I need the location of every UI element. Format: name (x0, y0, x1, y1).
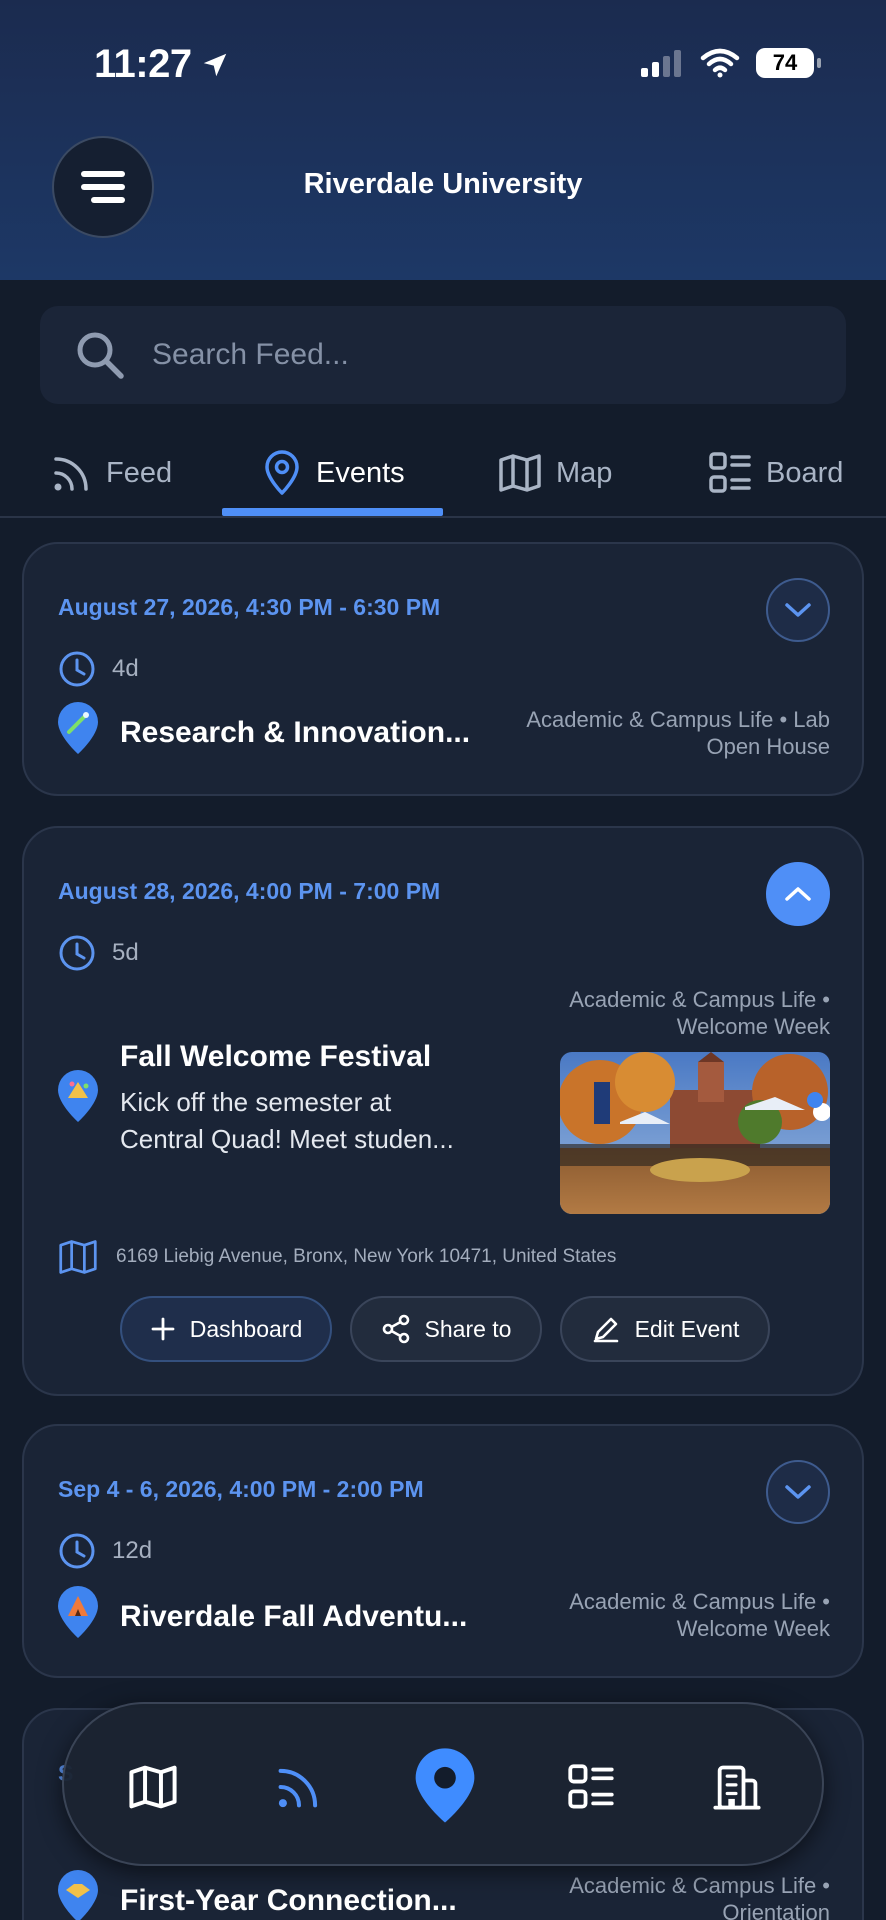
tab-map-label: Map (556, 456, 613, 489)
search-bar[interactable] (40, 306, 846, 404)
event-category-pin-icon (58, 702, 98, 754)
event-category-line: Academic & Campus Life • (569, 987, 830, 1012)
event-description: Kick off the semester at Central Quad! M… (120, 1084, 460, 1158)
search-input[interactable] (152, 338, 812, 372)
nav-board-button[interactable] (546, 1742, 636, 1832)
relative-time-text: 5d (112, 939, 139, 966)
nav-feed-button[interactable] (254, 1742, 344, 1832)
search-icon (77, 332, 124, 379)
battery-level: 74 (772, 50, 798, 75)
event-category-pin-icon (58, 1070, 98, 1122)
event-title: Riverdale Fall Adventu... (120, 1600, 468, 1633)
event-category: Academic & Campus Life • Orientation (569, 1872, 830, 1920)
board-icon (709, 452, 751, 493)
page-title: Riverdale University (303, 168, 583, 200)
battery-indicator: 74 (756, 48, 821, 78)
event-title: Fall Welcome Festival (120, 1040, 432, 1073)
map-icon (499, 454, 541, 492)
expand-toggle-button[interactable] (766, 1460, 830, 1524)
map-icon (59, 1240, 97, 1274)
edit-event-button-label: Edit Event (634, 1315, 740, 1342)
event-category-line: Academic & Campus Life • Lab (526, 707, 830, 732)
rss-icon (278, 1768, 318, 1808)
event-title: First-Year Connection... (120, 1884, 457, 1917)
share-button-label: Share to (424, 1315, 512, 1342)
clock-icon (59, 1533, 95, 1569)
event-category: Academic & Campus Life • Welcome Week (569, 986, 830, 1040)
cellular-signal-icon (641, 50, 681, 77)
status-indicators: 74 (640, 48, 821, 78)
bottom-nav-bar (62, 1702, 824, 1866)
event-category-line: Academic & Campus Life • (569, 1589, 830, 1614)
collapse-toggle-button[interactable] (766, 862, 830, 926)
event-category-line: Orientation (722, 1900, 830, 1920)
event-category: Academic & Campus Life • Lab Open House (526, 706, 830, 760)
edit-event-button[interactable]: Edit Event (560, 1296, 770, 1362)
board-icon (568, 1764, 614, 1809)
tab-bar: Feed Events Map Board (0, 430, 886, 518)
event-title: Research & Innovation... (120, 716, 471, 749)
event-relative-time: 5d (58, 934, 139, 972)
event-card[interactable]: August 27, 2026, 4:30 PM - 6:30 PM 4d Re… (22, 542, 864, 796)
location-pin-icon (415, 1748, 475, 1823)
chevron-down-icon (785, 1485, 811, 1499)
map-icon (129, 1765, 177, 1809)
tab-events-label: Events (316, 456, 405, 489)
event-category-pin-icon (58, 1586, 98, 1638)
pencil-icon (593, 1317, 618, 1343)
event-relative-time: 4d (58, 650, 139, 688)
event-category-line: Open House (706, 734, 830, 759)
event-card[interactable]: Sep 4 - 6, 2026, 4:00 PM - 2:00 PM 12d R… (22, 1424, 864, 1678)
event-category-line: Welcome Week (676, 1014, 830, 1039)
event-address[interactable]: 6169 Liebig Avenue, Bronx, New York 1047… (58, 1238, 616, 1276)
relative-time-text: 12d (112, 1537, 153, 1564)
chevron-down-icon (785, 603, 811, 617)
clock-icon (59, 935, 95, 971)
status-time: 11:27 (94, 42, 230, 87)
tab-board-label: Board (766, 456, 844, 489)
nav-organizations-button[interactable] (692, 1742, 782, 1832)
dashboard-button[interactable]: Dashboard (120, 1296, 332, 1362)
tab-board[interactable]: Board (708, 430, 843, 516)
status-time-text: 11:27 (94, 42, 192, 86)
clock-icon (59, 651, 95, 687)
dashboard-button-label: Dashboard (189, 1315, 303, 1342)
event-image[interactable] (560, 1052, 830, 1214)
event-date: August 28, 2026, 4:00 PM - 7:00 PM (58, 878, 441, 904)
location-pin-icon (265, 450, 299, 495)
event-date: August 27, 2026, 4:30 PM - 6:30 PM (58, 594, 441, 620)
nav-map-button[interactable] (108, 1742, 198, 1832)
event-relative-time: 12d (58, 1532, 152, 1570)
event-description-line: Central Quad! Meet studen... (120, 1124, 454, 1154)
tab-feed-label: Feed (106, 456, 173, 489)
tab-map[interactable]: Map (498, 430, 612, 516)
event-category-pin-icon (58, 1870, 98, 1920)
event-category-line: Welcome Week (676, 1616, 830, 1641)
share-button[interactable]: Share to (350, 1296, 542, 1362)
nav-events-button[interactable] (400, 1742, 490, 1832)
event-category: Academic & Campus Life • Welcome Week (569, 1588, 830, 1642)
rss-icon (54, 457, 88, 491)
event-description-line: Kick off the semester at (120, 1087, 392, 1117)
wifi-icon (700, 48, 740, 78)
event-address-text: 6169 Liebig Avenue, Bronx, New York 1047… (116, 1246, 617, 1267)
tab-events[interactable]: Events (262, 430, 405, 516)
app-header: 11:27 74 Riverdale University (0, 0, 886, 280)
chevron-up-icon (785, 887, 811, 901)
event-category-line: Academic & Campus Life • (569, 1873, 830, 1898)
relative-time-text: 4d (112, 655, 139, 682)
event-date: Sep 4 - 6, 2026, 4:00 PM - 2:00 PM (58, 1476, 424, 1502)
expand-toggle-button[interactable] (766, 578, 830, 642)
active-tab-indicator (222, 508, 443, 516)
event-photo-quad (560, 1052, 830, 1214)
location-arrow-icon (203, 53, 226, 76)
tab-feed[interactable]: Feed (52, 430, 172, 516)
plus-icon (151, 1317, 175, 1341)
building-icon (713, 1765, 761, 1810)
event-card-expanded[interactable]: August 28, 2026, 4:00 PM - 7:00 PM 5d Ac… (22, 826, 864, 1396)
share-icon (382, 1314, 409, 1344)
